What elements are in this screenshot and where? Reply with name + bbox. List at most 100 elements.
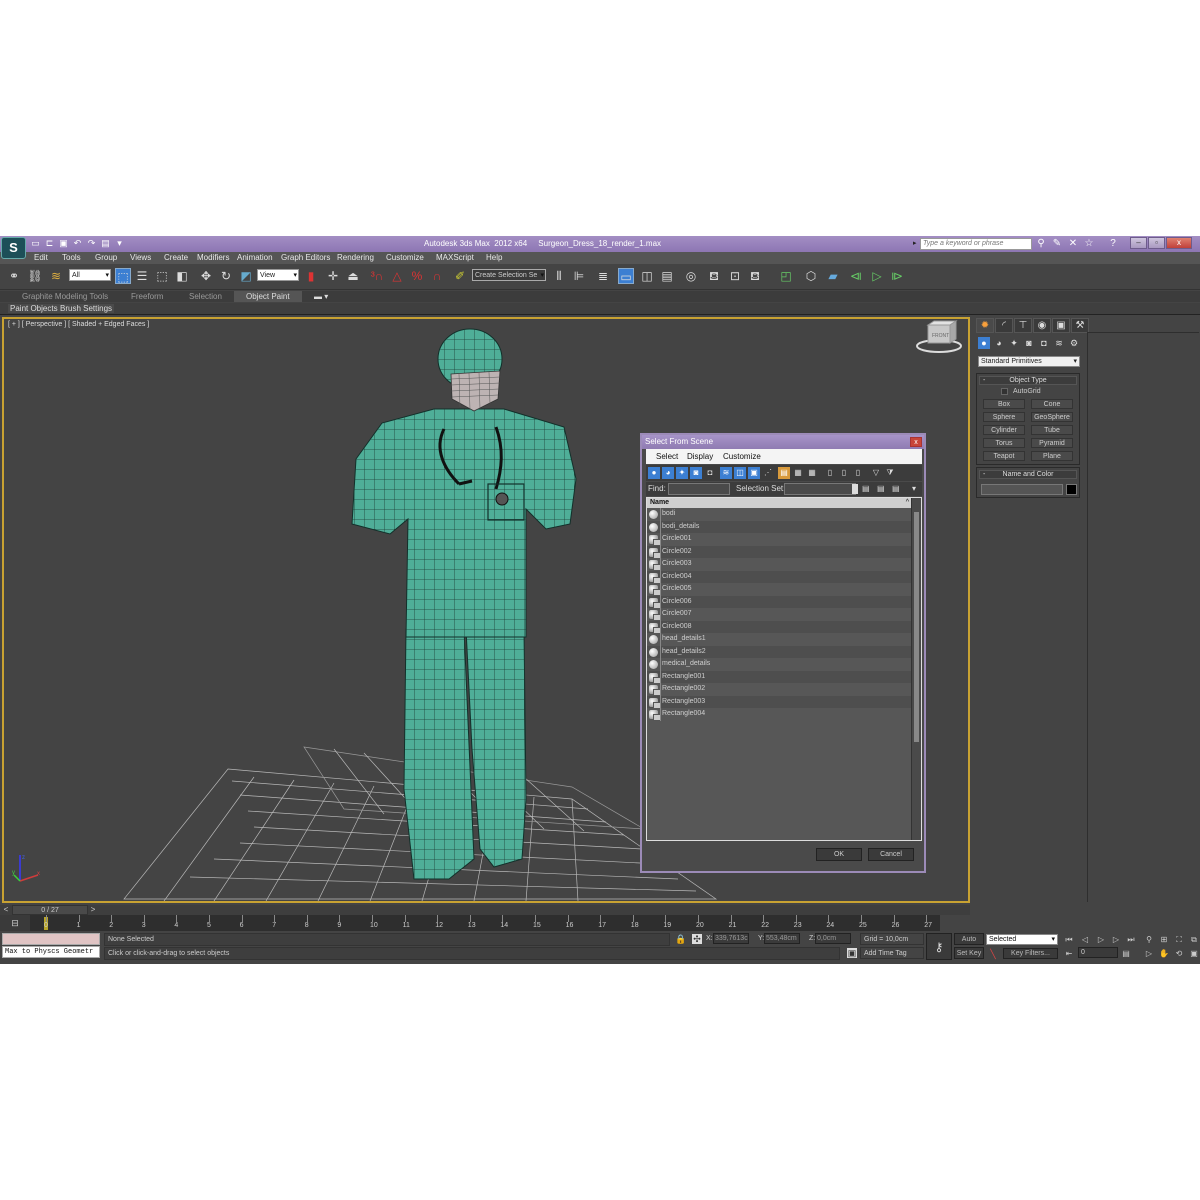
curve-editor-icon[interactable]: ◫ (639, 268, 655, 284)
undo-icon[interactable]: ↶ (72, 238, 83, 249)
list-item[interactable]: Rectangle002 (647, 683, 913, 696)
pivot-center-icon[interactable]: ▮ (303, 268, 319, 284)
display-tab-icon[interactable]: ▣ (1052, 318, 1070, 333)
ok-button[interactable]: OK (816, 848, 862, 861)
graphite-ribbon-toggle-icon[interactable]: ▭ (618, 268, 634, 284)
cylinder-button[interactable]: Cylinder (983, 425, 1025, 435)
tube-button[interactable]: Tube (1031, 425, 1073, 435)
light-tool-icon[interactable]: ▰ (825, 268, 841, 284)
cameras-category-icon[interactable]: ◙ (1023, 337, 1035, 349)
reference-coordinate-dropdown[interactable]: View (257, 269, 299, 281)
primitive-category-dropdown[interactable]: Standard Primitives (978, 356, 1080, 367)
box-button[interactable]: Box (983, 399, 1025, 409)
menu-rendering[interactable]: Rendering (337, 253, 374, 262)
filter-icon[interactable]: ▽ (870, 467, 882, 479)
render-setup-icon[interactable]: ⛾ (706, 268, 722, 284)
autogrid-checkbox[interactable]: AutoGrid (977, 387, 1079, 397)
material-editor-icon[interactable]: ◎ (683, 268, 699, 284)
mirror-icon[interactable]: ⫴ (551, 268, 567, 284)
maxscript-listener-output[interactable]: Max to Physcs Geometr (2, 946, 100, 958)
create-selection-set-icon[interactable]: ▤ (862, 484, 870, 493)
dialog-menu-display[interactable]: Display (687, 452, 713, 461)
selection-filter-dropdown[interactable]: All (69, 269, 111, 281)
list-item[interactable]: bodi_details (647, 520, 913, 533)
menu-views[interactable]: Views (130, 253, 151, 262)
dialog-menu-select[interactable]: Select (656, 452, 678, 461)
tab-selection[interactable]: Selection (189, 292, 222, 301)
previous-frame-tool-icon[interactable]: ⧏ (848, 268, 864, 284)
teapot-button[interactable]: Teapot (983, 451, 1025, 461)
list-item[interactable]: Rectangle001 (647, 670, 913, 684)
customize-quick-access-icon[interactable]: ▾ (114, 238, 125, 249)
zoom-extents-icon[interactable]: ⛶ (1173, 934, 1185, 945)
sphere-button[interactable]: Sphere (983, 412, 1025, 422)
object-name-input[interactable] (981, 484, 1063, 495)
display-groups-icon[interactable]: ◫ (734, 467, 746, 479)
scrollbar-thumb[interactable] (914, 512, 919, 742)
menu-modifiers[interactable]: Modifiers (197, 253, 229, 262)
wrench-icon[interactable]: ✎ (1052, 238, 1062, 250)
display-frozen-icon[interactable]: ▦ (792, 467, 804, 479)
selection-set-dropdown[interactable] (784, 483, 856, 495)
display-xrefs-icon[interactable]: ▣ (748, 467, 760, 479)
key-mode-toggle-icon[interactable]: ⇤ (1063, 948, 1075, 959)
dialog-title[interactable]: Select From Scene (642, 435, 924, 449)
maximize-button[interactable]: ▫ (1148, 237, 1165, 249)
go-to-end-icon[interactable]: ⏭ (1125, 934, 1137, 945)
set-key-icon[interactable]: ⚷ (926, 933, 952, 960)
zoom-all-icon[interactable]: ⊞ (1158, 934, 1170, 945)
list-item[interactable]: Circle003 (647, 558, 913, 571)
minimize-button[interactable]: – (1130, 237, 1147, 249)
time-slider-prev-icon[interactable]: < (1, 905, 11, 915)
save-icon[interactable]: ▣ (58, 238, 69, 249)
close-button[interactable]: x (1166, 237, 1192, 249)
select-and-move-icon[interactable]: ✥ (198, 268, 214, 284)
percent-snap-icon[interactable]: % (409, 268, 425, 284)
unlink-selection-icon[interactable]: ⛓ (27, 268, 43, 284)
orbit-icon[interactable]: ⟲ (1173, 948, 1185, 959)
absolute-mode-icon[interactable]: ✣ (692, 934, 702, 944)
geosphere-button[interactable]: GeoSphere (1031, 412, 1073, 422)
list-item[interactable]: Circle005 (647, 583, 913, 596)
edit-named-selection-icon[interactable]: ✐ (452, 268, 468, 284)
redo-icon[interactable]: ↷ (86, 238, 97, 249)
pan-view-icon[interactable]: ✋ (1158, 948, 1170, 959)
align-icon[interactable]: ⊫ (571, 268, 587, 284)
mini-curve-editor-icon[interactable]: ⊟ (0, 915, 30, 931)
brush-settings-button[interactable]: Brush Settings (58, 304, 115, 313)
add-to-selection-set-icon[interactable]: ▤ (892, 484, 900, 493)
track-bar[interactable]: ⊟ 0 1 2 3 4 5 6 7 8 9 10 11 12 13 14 15 16 17 18 19 20 21 22 23… (0, 915, 970, 931)
list-item[interactable]: Circle004 (647, 570, 913, 584)
plane-button[interactable]: Plane (1031, 451, 1073, 461)
paint-objects-button[interactable]: Paint Objects (8, 304, 60, 313)
select-by-name-icon[interactable]: ☰ (134, 268, 150, 284)
help-icon[interactable]: ? (1108, 238, 1118, 250)
ribbon-options-icon[interactable]: ▬ ▾ (314, 292, 328, 301)
previous-frame-icon[interactable]: ◁ (1079, 934, 1091, 945)
menu-create[interactable]: Create (164, 253, 188, 262)
list-item[interactable]: medical_details (647, 658, 913, 671)
filter-options-icon[interactable]: ⧩ (884, 467, 896, 479)
default-in-out-tangent-icon[interactable]: ╲ (988, 949, 998, 959)
object-color-swatch[interactable] (1066, 484, 1077, 495)
tab-graphite-modeling-tools[interactable]: Graphite Modeling Tools (22, 292, 108, 301)
object-type-header[interactable]: - Object Type (979, 376, 1077, 385)
lights-category-icon[interactable]: ✦ (1008, 337, 1020, 349)
render-production-icon[interactable]: ⛾ (747, 268, 763, 284)
next-frame-icon[interactable]: ▷ (1110, 934, 1122, 945)
select-and-link-icon[interactable]: ⚭ (6, 268, 22, 284)
x-coordinate-field[interactable]: 339,7613cm (713, 933, 749, 944)
display-geometry-icon[interactable]: ● (648, 467, 660, 479)
populate-icon[interactable]: ⬡ (803, 268, 819, 284)
open-file-icon[interactable]: ⊏ (44, 238, 55, 249)
list-item[interactable]: Circle002 (647, 545, 913, 559)
display-hidden-icon[interactable]: ▦ (806, 467, 818, 479)
cancel-button[interactable]: Cancel (868, 848, 914, 861)
torus-button[interactable]: Torus (983, 438, 1025, 448)
auto-key-button[interactable]: Auto Key (954, 933, 984, 954)
field-of-view-icon[interactable]: ▷ (1143, 948, 1155, 959)
hierarchy-tab-icon[interactable]: ⊤ (1014, 318, 1032, 333)
menu-group[interactable]: Group (95, 253, 117, 262)
display-cameras-icon[interactable]: ◙ (690, 467, 702, 479)
time-slider-next-icon[interactable]: > (88, 905, 98, 915)
